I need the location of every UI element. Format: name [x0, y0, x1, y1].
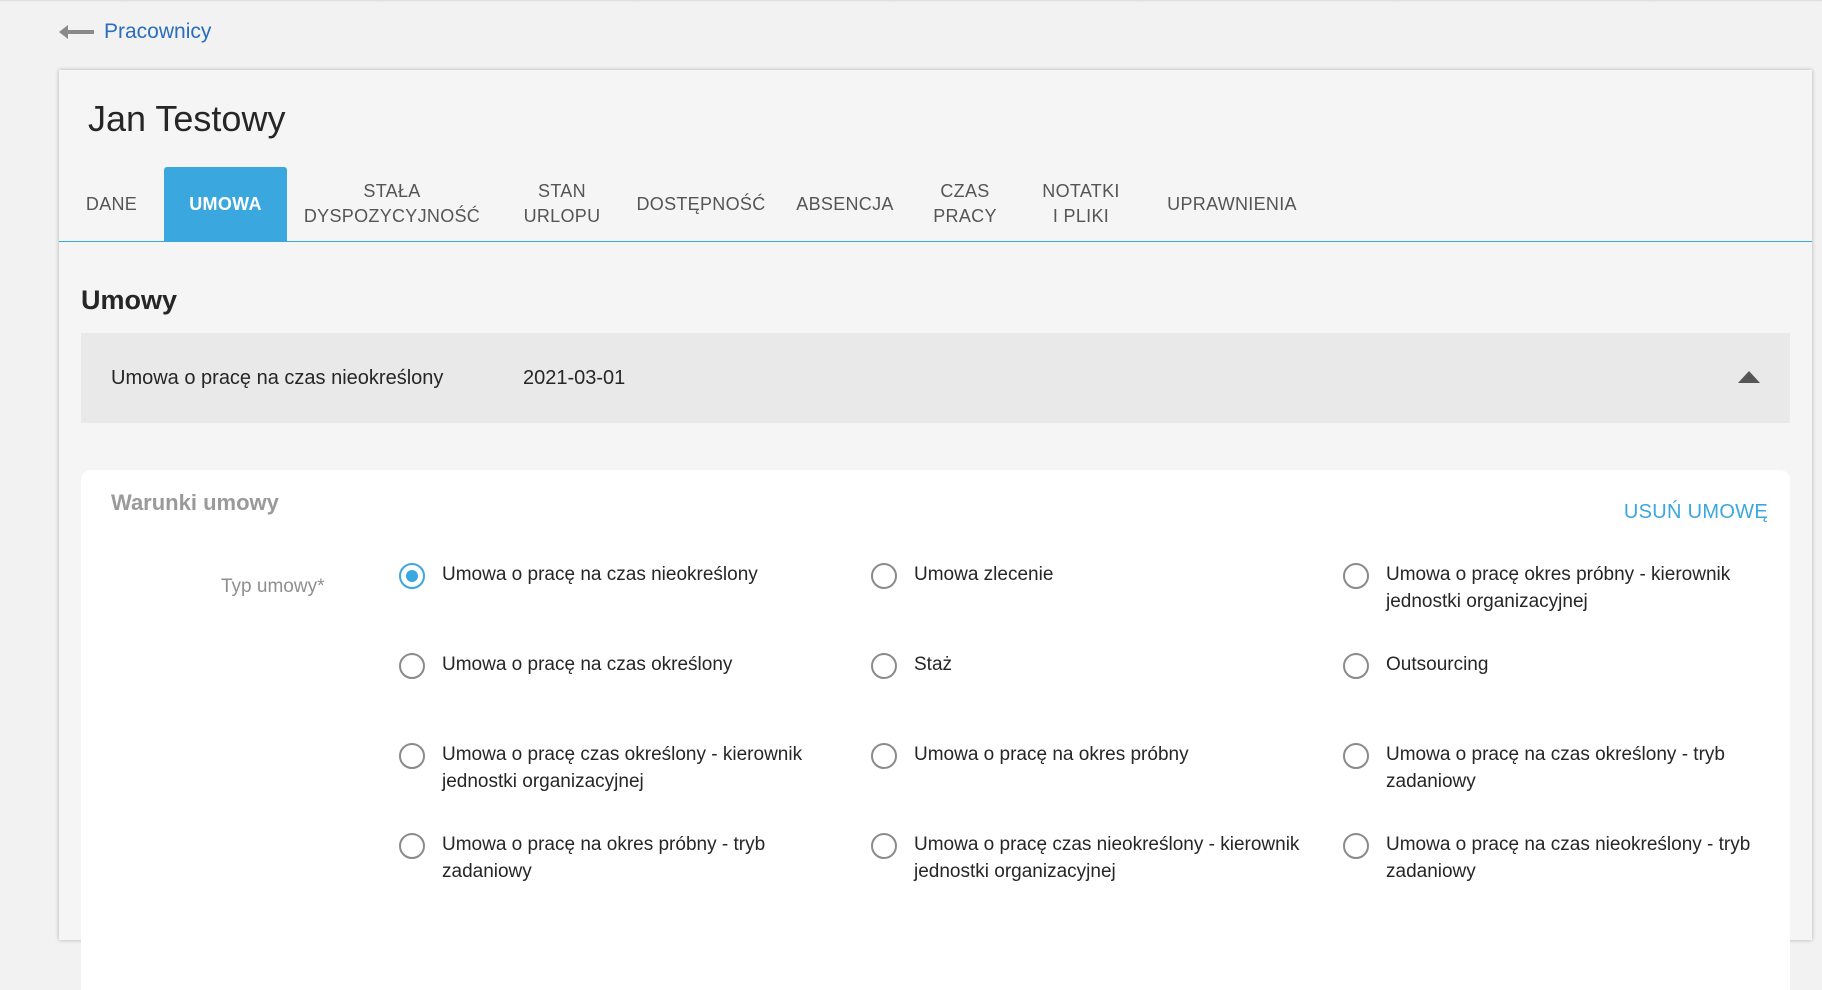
contract-terms-panel: Warunki umowy USUŃ UMOWĘ Typ umowy* Umow…	[81, 470, 1790, 990]
tab-uprawnienia[interactable]: UPRAWNIENIA	[1147, 167, 1317, 241]
tab-bar: DANE UMOWA STAŁA DYSPOZYCYJNOŚĆ STAN URL…	[59, 167, 1812, 242]
tab-umowa[interactable]: UMOWA	[164, 167, 287, 241]
employee-name: Jan Testowy	[88, 98, 286, 139]
radio-icon[interactable]	[871, 743, 897, 769]
contract-type-option[interactable]: Staż	[871, 651, 1311, 679]
contract-type-option[interactable]: Umowa o pracę na czas nieokreślony - try…	[1343, 831, 1783, 885]
radio-icon[interactable]	[1343, 743, 1369, 769]
tab-stan-urlopu[interactable]: STAN URLOPU	[497, 167, 627, 241]
tab-dane[interactable]: DANE	[59, 167, 164, 241]
contract-type-option[interactable]: Umowa o pracę czas nieokreślony - kierow…	[871, 831, 1311, 885]
tab-absencja[interactable]: ABSENCJA	[775, 167, 915, 241]
contract-accordion-header[interactable]: Umowa o pracę na czas nieokreślony 2021-…	[81, 333, 1790, 423]
tab-dostepnosc[interactable]: DOSTĘPNOŚĆ	[627, 167, 775, 241]
radio-icon[interactable]	[1343, 833, 1369, 859]
option-label: Umowa o pracę czas określony - kierownik…	[442, 744, 803, 792]
contract-type-option[interactable]: Outsourcing	[1343, 651, 1783, 679]
tab-notatki-i-pliki[interactable]: NOTATKI I PLIKI	[1015, 167, 1147, 241]
back-to-employees-link[interactable]: Pracownicy	[59, 20, 211, 44]
contract-name: Umowa o pracę na czas nieokreślony	[111, 366, 444, 389]
option-label: Umowa o pracę na okres próbny	[914, 744, 1189, 765]
contract-type-option[interactable]: Umowa o pracę na czas nieokreślony	[399, 561, 839, 589]
option-label: Umowa o pracę na okres próbny - tryb zad…	[442, 834, 766, 882]
option-label: Umowa o pracę na czas określony - tryb z…	[1386, 744, 1725, 792]
contract-type-option[interactable]: Umowa o pracę na czas określony - tryb z…	[1343, 741, 1783, 795]
option-label: Staż	[914, 654, 953, 675]
option-label: Umowa o pracę na czas nieokreślony - try…	[1386, 834, 1751, 882]
contract-type-label: Typ umowy*	[221, 576, 325, 597]
arrow-left-icon	[59, 25, 94, 39]
radio-icon[interactable]	[871, 563, 897, 589]
tab-stala-dyspozycyjnosc[interactable]: STAŁA DYSPOZYCYJNOŚĆ	[287, 167, 497, 241]
tab-czas-pracy[interactable]: CZAS PRACY	[915, 167, 1015, 241]
radio-checked-icon[interactable]	[399, 563, 425, 589]
radio-icon[interactable]	[399, 653, 425, 679]
contract-type-option[interactable]: Umowa zlecenie	[871, 561, 1311, 589]
contract-type-option[interactable]: Umowa o pracę na okres próbny	[871, 741, 1311, 769]
back-link-label: Pracownicy	[104, 20, 212, 43]
topbar-shadow	[0, 0, 1822, 2]
contract-type-option[interactable]: Umowa o pracę okres próbny - kierownik j…	[1343, 561, 1783, 615]
contract-type-option[interactable]: Umowa o pracę na okres próbny - tryb zad…	[399, 831, 839, 885]
option-label: Umowa o pracę okres próbny - kierownik j…	[1386, 564, 1731, 612]
radio-icon[interactable]	[871, 833, 897, 859]
contract-type-option[interactable]: Umowa o pracę czas określony - kierownik…	[399, 741, 839, 795]
radio-icon[interactable]	[1343, 653, 1369, 679]
contract-terms-title: Warunki umowy	[111, 490, 279, 515]
radio-icon[interactable]	[399, 743, 425, 769]
option-label: Outsourcing	[1386, 654, 1489, 675]
option-label: Umowa zlecenie	[914, 564, 1054, 585]
contract-type-option[interactable]: Umowa o pracę na czas określony	[399, 651, 839, 679]
contracts-section-title: Umowy	[81, 285, 178, 315]
option-label: Umowa o pracę na czas określony	[442, 654, 733, 675]
employee-card: Jan Testowy DANE UMOWA STAŁA DYSPOZYCYJN…	[59, 70, 1812, 990]
option-label: Umowa o pracę czas nieokreślony - kierow…	[914, 834, 1300, 882]
radio-icon[interactable]	[1343, 563, 1369, 589]
contract-start-date: 2021-03-01	[523, 366, 626, 389]
radio-icon[interactable]	[871, 653, 897, 679]
collapse-triangle-icon[interactable]	[1738, 371, 1760, 383]
option-label: Umowa o pracę na czas nieokreślony	[442, 564, 758, 585]
radio-icon[interactable]	[399, 833, 425, 859]
delete-contract-button[interactable]: USUŃ UMOWĘ	[1624, 501, 1768, 524]
